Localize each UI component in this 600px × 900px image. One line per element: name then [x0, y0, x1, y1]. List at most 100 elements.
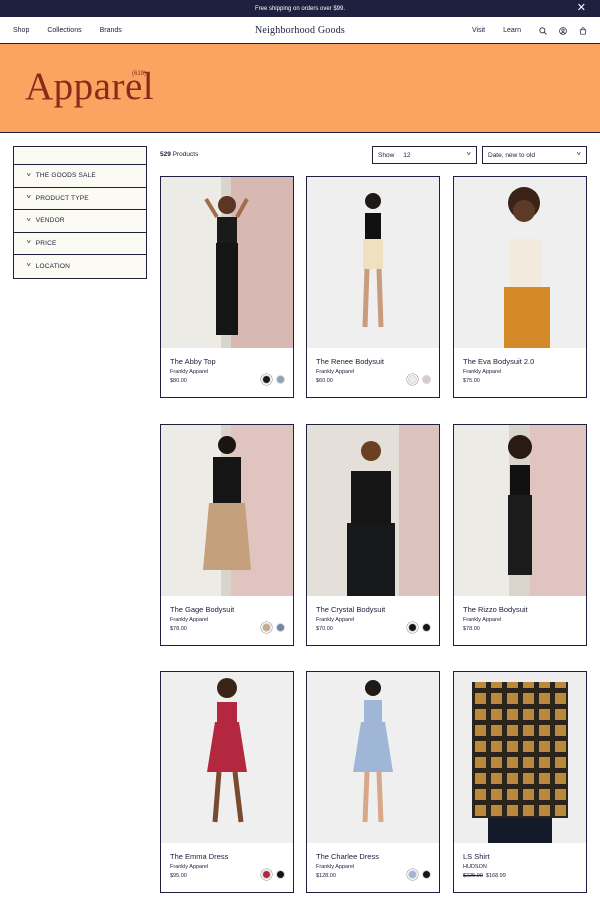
product-name[interactable]: The Renee Bodysuit [316, 357, 384, 366]
secondary-nav: Visit Learn [472, 17, 587, 44]
announcement-bar: Free shipping on orders over $99. ✕ [0, 0, 600, 17]
filter-label: THE GOODS SALE [35, 172, 96, 180]
chevron-down-icon: ˅ [466, 152, 472, 158]
product-vendor: Frankly Apparel [316, 864, 355, 870]
filter-sidebar: ˅ THE GOODS SALE ˅ PRODUCT TYPE ˅ VENDOR ˅ P… [13, 146, 147, 279]
product-image[interactable] [307, 177, 439, 348]
color-swatch[interactable] [262, 375, 271, 384]
product-image[interactable] [307, 425, 439, 596]
cart-icon[interactable] [579, 26, 587, 35]
product-image[interactable] [161, 177, 293, 348]
filter-the-goods-sale[interactable]: ˅ THE GOODS SALE [14, 165, 146, 188]
chevron-down-icon: ˅ [26, 217, 32, 224]
product-vendor: Frankly Apparel [170, 369, 209, 375]
product-name[interactable]: The Abby Top [170, 357, 216, 366]
product-name[interactable]: The Gage Bodysuit [170, 605, 234, 614]
chevron-down-icon: ˅ [26, 240, 32, 247]
color-swatch[interactable] [262, 870, 271, 879]
product-card[interactable]: The Renee Bodysuit Frankly Apparel $60.0… [306, 176, 440, 398]
chevron-down-icon: ˅ [26, 263, 32, 270]
account-icon[interactable] [559, 26, 567, 35]
product-toolbar: 529 Products Show 12 ˅ Date, new to old … [160, 146, 587, 164]
color-swatch[interactable] [422, 870, 431, 879]
product-vendor: Frankly Apparel [463, 617, 502, 623]
product-image[interactable] [161, 425, 293, 596]
color-swatch[interactable] [276, 870, 285, 879]
product-price: $70.00 [316, 626, 333, 632]
product-vendor: Frankly Apparel [170, 617, 209, 623]
product-name[interactable]: The Crystal Bodysuit [316, 605, 385, 614]
per-page-select[interactable]: Show 12 ˅ [372, 146, 477, 164]
product-count: 529 Products [160, 151, 198, 158]
per-page-label: Show [378, 151, 395, 159]
color-swatch[interactable] [262, 623, 271, 632]
product-vendor: Frankly Apparel [316, 617, 355, 623]
product-price: $60.00 [316, 378, 333, 384]
product-price: $225.00 $168.99 [463, 873, 506, 879]
filter-label: LOCATION [35, 262, 71, 270]
product-count-number: 529 [160, 151, 171, 158]
product-card[interactable]: The Charlee Dress Frankly Apparel $128.0… [306, 671, 440, 893]
product-vendor: HUDSON [463, 864, 487, 870]
product-original-price: $225.00 [463, 873, 483, 879]
collection-hero: Apparel (619) [0, 44, 600, 133]
nav-brands[interactable]: Brands [100, 27, 122, 34]
product-card[interactable]: The Abby Top Frankly Apparel $80.00 [160, 176, 294, 398]
product-name[interactable]: The Emma Dress [170, 852, 228, 861]
chevron-down-icon: ˅ [26, 172, 32, 179]
product-image[interactable] [161, 672, 293, 843]
filter-product-type[interactable]: ˅ PRODUCT TYPE [14, 188, 146, 210]
product-image[interactable] [454, 177, 586, 348]
nav-shop[interactable]: Shop [13, 27, 29, 34]
product-name[interactable]: LS Shirt [463, 852, 490, 861]
sort-value: Date, new to old [488, 151, 535, 159]
primary-nav: Shop Collections Brands [13, 17, 122, 44]
color-swatch[interactable] [408, 870, 417, 879]
product-vendor: Frankly Apparel [170, 864, 209, 870]
product-card[interactable]: The Eva Bodysuit 2.0 Frankly Apparel $75… [453, 176, 587, 398]
product-vendor: Frankly Apparel [316, 369, 355, 375]
product-price: $80.00 [170, 378, 187, 384]
product-price: $78.00 [170, 626, 187, 632]
product-price: $128.00 [316, 873, 336, 879]
product-count-label: Products [172, 151, 199, 158]
filter-header [14, 147, 146, 165]
color-swatch[interactable] [422, 623, 431, 632]
product-card[interactable]: The Emma Dress Frankly Apparel $95.00 [160, 671, 294, 893]
color-swatch[interactable] [276, 623, 285, 632]
search-icon[interactable] [539, 26, 547, 35]
color-swatch[interactable] [276, 375, 285, 384]
announcement-text: Free shipping on orders over $99. [254, 5, 346, 12]
collection-count: (619) [132, 71, 147, 77]
sort-select[interactable]: Date, new to old ˅ [482, 146, 587, 164]
product-name[interactable]: The Eva Bodysuit 2.0 [463, 357, 534, 366]
chevron-down-icon: ˅ [576, 152, 582, 158]
chevron-down-icon: ˅ [26, 195, 32, 202]
close-icon[interactable]: ✕ [577, 2, 586, 14]
color-swatch[interactable] [408, 623, 417, 632]
product-image[interactable] [307, 672, 439, 843]
product-price: $75.00 [463, 378, 480, 384]
filter-label: VENDOR [35, 217, 65, 225]
product-price: $78.00 [463, 626, 480, 632]
product-card[interactable]: LS Shirt HUDSON $225.00 $168.99 [453, 671, 587, 893]
color-swatch[interactable] [408, 375, 417, 384]
product-name[interactable]: The Charlee Dress [316, 852, 379, 861]
nav-collections[interactable]: Collections [47, 27, 81, 34]
color-swatch[interactable] [422, 375, 431, 384]
nav-visit[interactable]: Visit [472, 27, 485, 34]
product-card[interactable]: The Rizzo Bodysuit Frankly Apparel $78.0… [453, 424, 587, 646]
product-card[interactable]: The Crystal Bodysuit Frankly Apparel $70… [306, 424, 440, 646]
site-header: Shop Collections Brands Neighborhood Goo… [0, 17, 600, 44]
per-page-value: 12 [403, 151, 411, 159]
site-logo[interactable]: Neighborhood Goods [255, 25, 345, 36]
filter-vendor[interactable]: ˅ VENDOR [14, 210, 146, 233]
product-price: $95.00 [170, 873, 187, 879]
product-card[interactable]: The Gage Bodysuit Frankly Apparel $78.00 [160, 424, 294, 646]
product-name[interactable]: The Rizzo Bodysuit [463, 605, 528, 614]
filter-location[interactable]: ˅ LOCATION [14, 255, 146, 278]
nav-learn[interactable]: Learn [503, 27, 521, 34]
filter-price[interactable]: ˅ PRICE [14, 233, 146, 255]
product-image[interactable] [454, 425, 586, 596]
product-image[interactable] [454, 672, 586, 843]
